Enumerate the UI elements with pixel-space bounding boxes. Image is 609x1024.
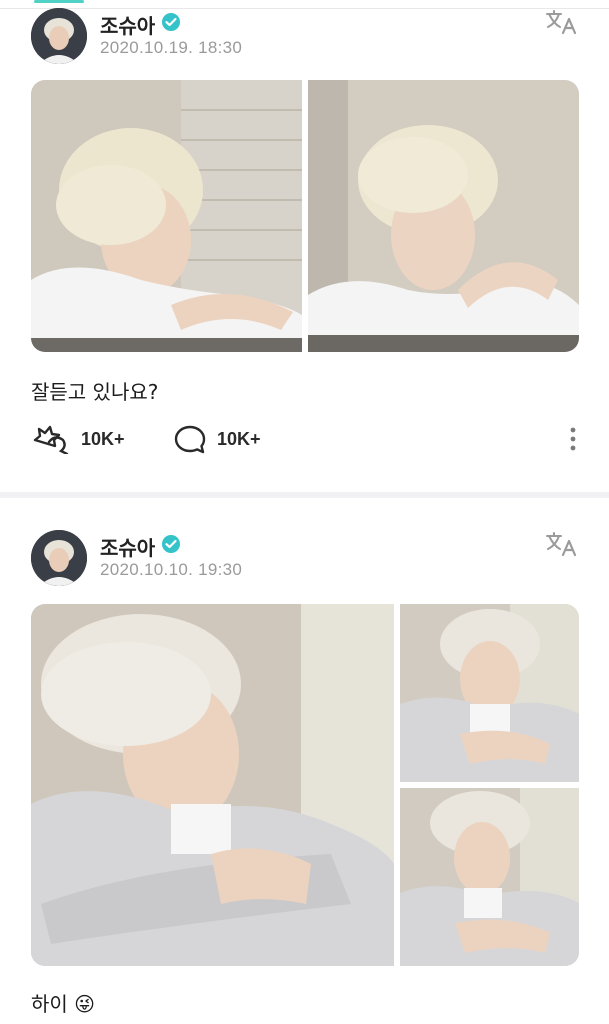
like-count: 10K+ — [81, 428, 125, 449]
post-actions: 10K+ 10K+ — [31, 424, 579, 454]
post-photo[interactable] — [400, 604, 579, 782]
like-button[interactable]: 10K+ — [31, 424, 125, 454]
comment-button[interactable]: 10K+ — [173, 424, 261, 454]
author-name[interactable]: 조슈아 — [100, 10, 155, 39]
comment-count: 10K+ — [217, 428, 261, 449]
post-text: 하이 😜 — [31, 992, 96, 1016]
more-vertical-icon[interactable] — [567, 426, 579, 452]
artist-feed: 조슈아 2020.10.19. 18:30 잘듣고 있나요? 10K+ 10K+… — [0, 0, 609, 1024]
author-name[interactable]: 조슈아 — [100, 532, 155, 561]
media-grid — [31, 604, 579, 966]
active-tab-indicator — [34, 0, 84, 3]
post-photo[interactable] — [31, 80, 302, 352]
post-date: 2020.10.19. 18:30 — [100, 38, 243, 57]
post-header: 조슈아 2020.10.19. 18:30 — [31, 8, 579, 64]
post-photo[interactable] — [31, 604, 394, 966]
translate-icon[interactable] — [545, 8, 579, 36]
post-photo[interactable] — [308, 80, 579, 352]
post-separator — [0, 492, 609, 498]
post-text: 잘듣고 있나요? — [31, 380, 159, 404]
comment-icon — [174, 425, 206, 454]
like-icon — [33, 425, 69, 454]
media-grid — [31, 80, 579, 352]
avatar[interactable] — [31, 530, 87, 586]
post-header: 조슈아 2020.10.10. 19:30 — [31, 530, 579, 586]
verified-badge-icon — [162, 13, 180, 31]
translate-icon[interactable] — [545, 530, 579, 558]
avatar[interactable] — [31, 8, 87, 64]
post-photo[interactable] — [400, 788, 579, 966]
post-date: 2020.10.10. 19:30 — [100, 560, 243, 579]
verified-badge-icon — [162, 535, 180, 553]
